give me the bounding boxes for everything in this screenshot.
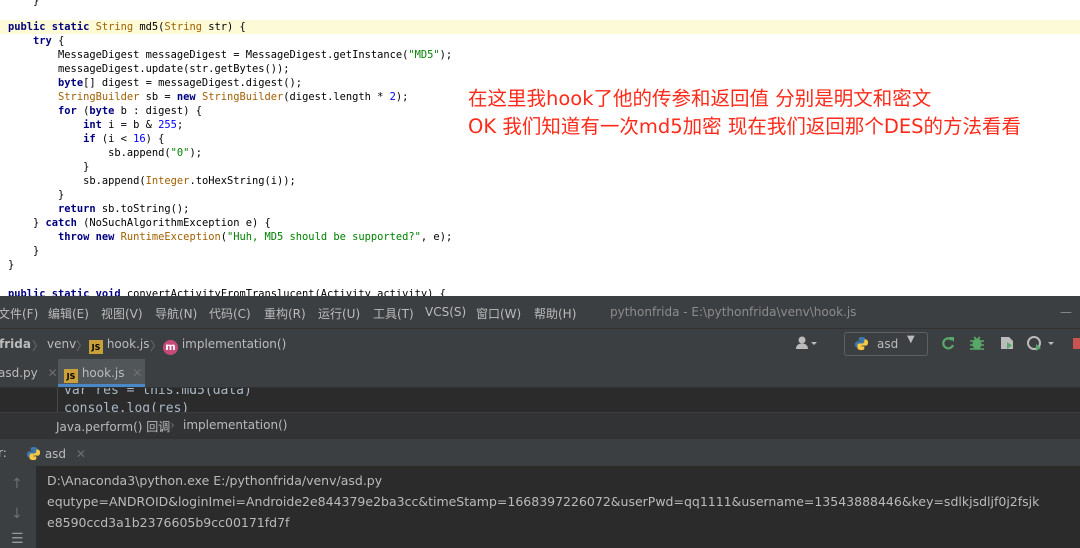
code-line: MessageDigest messageDigest = MessageDig… xyxy=(8,49,453,61)
code-line: } xyxy=(8,245,40,257)
chevron-right-icon: 〉 xyxy=(32,339,45,353)
code-line: throw new RuntimeException("Huh, MD5 sho… xyxy=(58,231,453,243)
run-config-select[interactable]: asd ▼ xyxy=(844,332,928,356)
run-label: r: xyxy=(0,446,7,460)
code-line-text: public static String md5(String str) { xyxy=(8,21,246,33)
close-icon[interactable]: ✕ xyxy=(76,447,86,461)
code-line: return sb.toString(); xyxy=(58,203,190,215)
tab-asd-py[interactable]: asd.py ✕ xyxy=(0,359,58,387)
minimize-icon[interactable]: — xyxy=(1060,305,1072,319)
menu-navigate[interactable]: 导航(N) xyxy=(155,305,197,322)
close-icon[interactable]: ✕ xyxy=(132,366,142,380)
code-line: } xyxy=(8,161,90,173)
chevron-down-icon: ▼ xyxy=(907,334,915,345)
ide-window: 文件(F) 编辑(E) 视图(V) 导航(N) 代码(C) 重构(R) 运行(U… xyxy=(0,296,1080,548)
nav-file-label: hook.js xyxy=(106,337,150,351)
code-line: for (byte b : digest) { xyxy=(58,105,202,117)
gutter-divider xyxy=(57,388,58,412)
js-file-icon: JS xyxy=(64,369,78,383)
code-line: StringBuilder sb = new StringBuilder(dig… xyxy=(58,91,409,103)
console-line: equtype=ANDROID&loginImei=Androide2e8443… xyxy=(47,494,1040,509)
console-toolbar: ↑ ↓ ☰ xyxy=(0,466,36,548)
coverage-icon[interactable] xyxy=(998,334,1016,354)
run-tab-label: asd xyxy=(44,447,67,461)
code-line: } xyxy=(8,259,15,271)
window-title: pythonfrida - E:\pythonfrida\venv\hook.j… xyxy=(610,305,857,319)
breadcrumb: Java.perform() 回调 › implementation() xyxy=(0,412,1080,439)
menu-help[interactable]: 帮助(H) xyxy=(534,305,576,322)
run-tool-header: r: asd ✕ xyxy=(0,438,1080,467)
menu-run[interactable]: 运行(U) xyxy=(318,305,360,322)
arrow-down-icon[interactable]: ↓ xyxy=(11,506,23,522)
console-line: e8590ccd3a1b2376605b9cc00171fd7f xyxy=(47,515,290,530)
js-file-icon: JS xyxy=(89,340,103,354)
annotation-line-2: OK 我们知道有一次md5加密 现在我们返回那个DES的方法看看 xyxy=(468,115,1022,138)
code-line: } xyxy=(8,0,40,7)
menu-vcs[interactable]: VCS(S) xyxy=(425,305,466,319)
code-line: } xyxy=(8,189,65,201)
editor-tabs: asd.py ✕ JS hook.js ✕ xyxy=(0,359,1080,388)
code-line-cut: public static void convertActivityFromTr… xyxy=(8,288,446,296)
navigation-bar: frida 〉 venv 〉 JS hook.js 〉 m implementa… xyxy=(0,328,1080,360)
nav-project[interactable]: frida xyxy=(0,337,31,351)
menu-refactor[interactable]: 重构(R) xyxy=(264,305,306,322)
user-icon[interactable] xyxy=(795,335,819,355)
tab-label: asd.py xyxy=(0,366,38,380)
code-line: sb.append("0"); xyxy=(8,147,202,159)
method-icon: m xyxy=(163,340,178,355)
menu-bar: 文件(F) 编辑(E) 视图(V) 导航(N) 代码(C) 重构(R) 运行(U… xyxy=(0,296,1080,328)
tab-label: hook.js xyxy=(81,366,125,380)
menu-view[interactable]: 视图(V) xyxy=(101,305,143,322)
run-console[interactable]: ↑ ↓ ☰ D:\Anaconda3\python.exe E:/pythonf… xyxy=(0,466,1080,548)
menu-edit[interactable]: 编辑(E) xyxy=(48,305,89,322)
console-line: D:\Anaconda3\python.exe E:/pythonfrida/v… xyxy=(47,473,383,488)
editor-line: var res = this.md5(data) xyxy=(64,388,252,398)
nav-member-label: implementation() xyxy=(181,337,287,351)
python-icon xyxy=(26,446,41,461)
chevron-right-icon: › xyxy=(170,418,175,432)
stop-icon[interactable] xyxy=(1073,338,1080,349)
run-tab-asd[interactable]: asd ✕ xyxy=(26,446,86,461)
code-line: if (i < 16) { xyxy=(83,133,165,145)
breadcrumb-java-perform[interactable]: Java.perform() 回调 xyxy=(56,418,170,435)
python-icon xyxy=(854,336,869,354)
code-line: sb.append(Integer.toHexString(i)); xyxy=(8,175,296,187)
menu-window[interactable]: 窗口(W) xyxy=(476,305,521,322)
close-icon[interactable]: ✕ xyxy=(48,366,58,380)
menu-code[interactable]: 代码(C) xyxy=(209,305,251,322)
chevron-right-icon: 〉 xyxy=(76,339,89,353)
annotation-line-1: 在这里我hook了他的传参和返回值 分别是明文和密文 xyxy=(468,87,932,110)
nav-folder[interactable]: venv xyxy=(47,337,76,351)
code-line: } catch (NoSuchAlgorithmException e) { xyxy=(8,217,271,229)
code-editor[interactable]: var res = this.md5(data) console.log(res… xyxy=(0,388,1080,412)
editor-line: console.log(res) xyxy=(64,401,190,412)
code-line-highlighted: public static String md5(String str) { xyxy=(0,20,1080,34)
nav-file[interactable]: JS hook.js xyxy=(89,337,149,354)
code-line: try { xyxy=(33,35,65,47)
code-line: byte[] digest = messageDigest.digest(); xyxy=(58,77,303,89)
wrap-lines-icon[interactable]: ☰ xyxy=(11,531,24,547)
menu-tools[interactable]: 工具(T) xyxy=(373,305,414,322)
menu-file[interactable]: 文件(F) xyxy=(0,305,38,322)
chevron-right-icon: 〉 xyxy=(150,339,163,353)
code-view: } public static String md5(String str) {… xyxy=(0,0,1080,296)
tab-hook-js[interactable]: JS hook.js ✕ xyxy=(58,359,145,387)
rerun-icon[interactable] xyxy=(940,334,956,354)
code-line: int i = b & 255; xyxy=(83,119,184,131)
run-config-label: asd xyxy=(877,337,899,351)
profile-icon[interactable] xyxy=(1026,334,1056,354)
breadcrumb-implementation[interactable]: implementation() xyxy=(183,418,287,432)
arrow-up-icon[interactable]: ↑ xyxy=(11,476,23,492)
debug-icon[interactable] xyxy=(969,334,985,354)
nav-member[interactable]: m implementation() xyxy=(163,337,286,355)
code-line: messageDigest.update(str.getBytes()); xyxy=(8,63,290,75)
